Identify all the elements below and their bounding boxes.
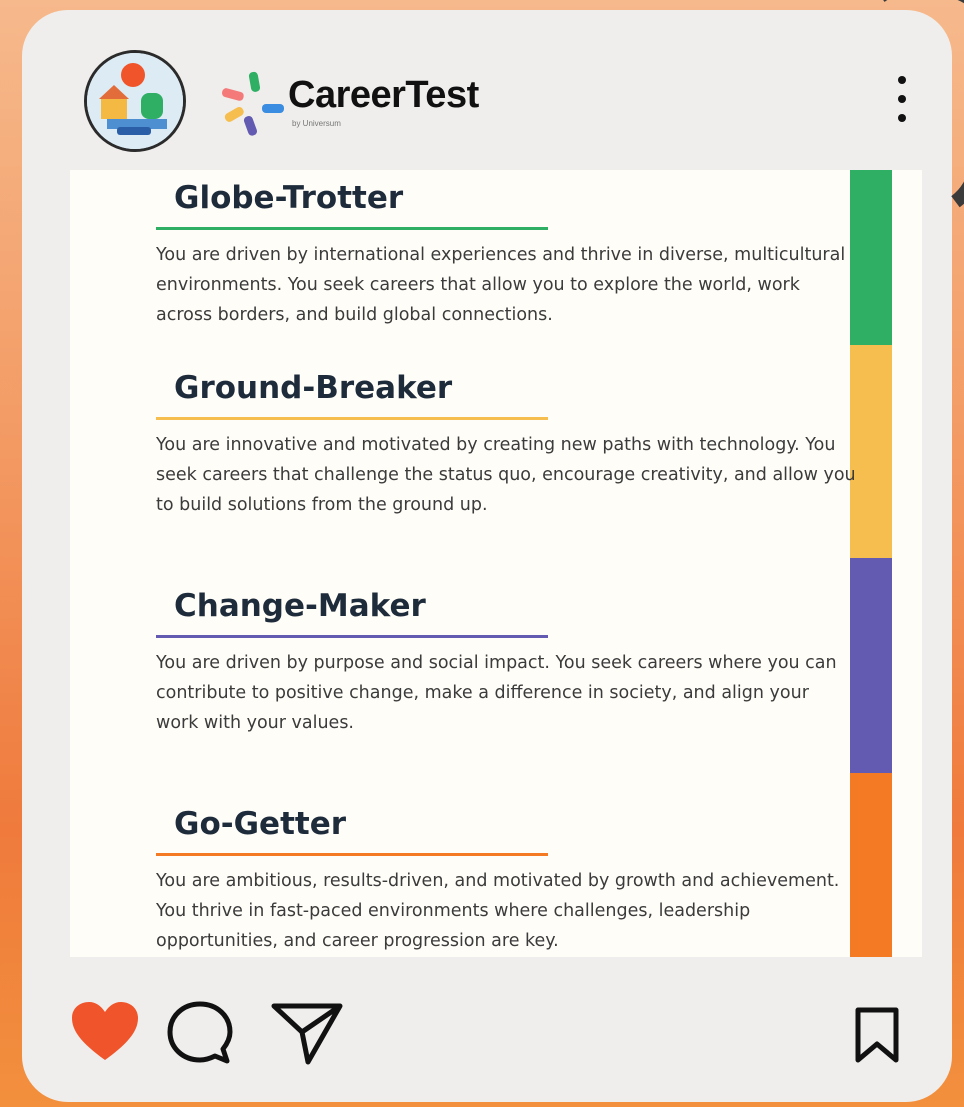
section-body: You are innovative and motivated by crea… [156, 435, 856, 515]
section-underline [156, 227, 548, 230]
section-go-getter: Go-Getter You are ambitious, results-dri… [156, 804, 856, 956]
section-change-maker: Change-Maker You are driven by purpose a… [156, 586, 856, 738]
bookmark-icon[interactable] [852, 1006, 902, 1064]
section-title: Change-Maker [174, 588, 426, 624]
heart-icon[interactable] [70, 1000, 140, 1064]
section-title: Globe-Trotter [174, 180, 404, 216]
brand-logo[interactable]: CareerTest by Universum [220, 70, 520, 140]
section-globe-trotter: Globe-Trotter You are driven by internat… [156, 178, 856, 330]
color-stripe-ground-breaker [850, 345, 892, 558]
section-underline [156, 417, 548, 420]
brand-tagline: by Universum [292, 119, 341, 128]
more-vertical-icon[interactable] [892, 76, 912, 122]
section-body: You are driven by purpose and social imp… [156, 653, 837, 733]
brand-name: CareerTest [288, 74, 479, 116]
post-image: Globe-Trotter You are driven by internat… [70, 170, 922, 957]
comment-icon[interactable] [165, 1000, 235, 1066]
section-underline [156, 853, 548, 856]
color-stripe-change-maker [850, 558, 892, 773]
section-body: You are driven by international experien… [156, 245, 846, 325]
post-action-bar [22, 1000, 952, 1080]
section-title: Go-Getter [174, 806, 347, 842]
color-stripe-globe-trotter [850, 170, 892, 345]
section-body: You are ambitious, results-driven, and m… [156, 871, 840, 951]
section-underline [156, 635, 548, 638]
brand-logo-icon [221, 71, 284, 136]
section-ground-breaker: Ground-Breaker You are innovative and mo… [156, 368, 856, 520]
send-icon[interactable] [270, 1000, 344, 1066]
section-title: Ground-Breaker [174, 370, 453, 406]
post-card: CareerTest by Universum Globe-Trotter Yo… [22, 0, 964, 1102]
color-stripe-go-getter [850, 773, 892, 957]
profile-avatar[interactable] [84, 50, 186, 152]
